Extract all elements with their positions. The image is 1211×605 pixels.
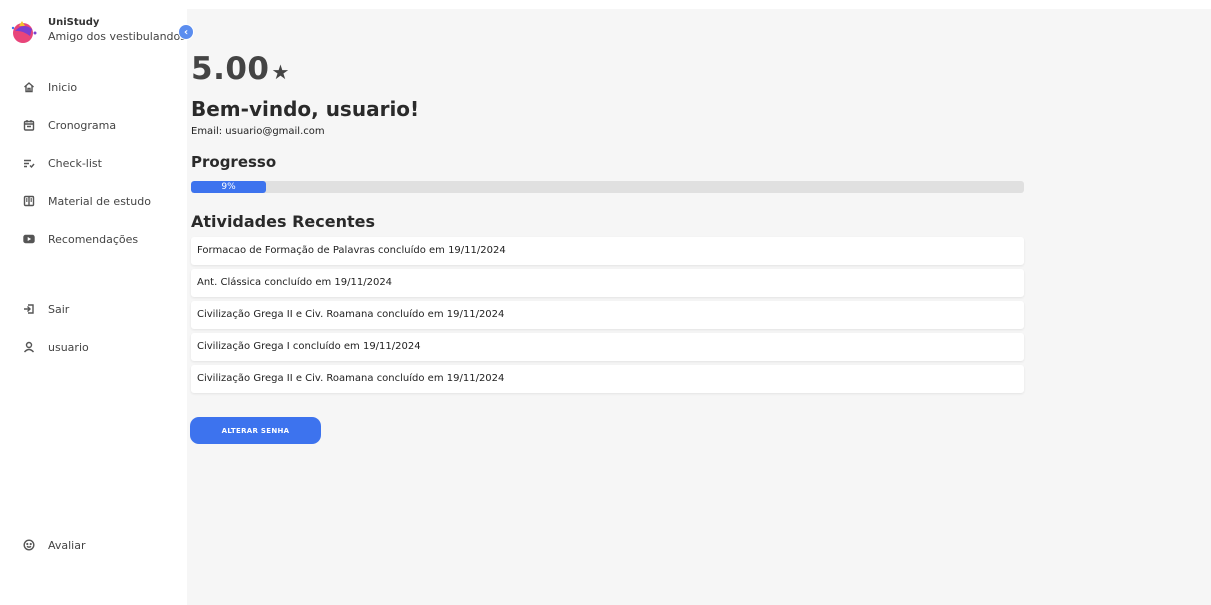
progress-fill: 9% — [191, 181, 266, 193]
change-password-button[interactable]: ALTERAR SENHA — [190, 417, 321, 444]
home-icon — [22, 80, 36, 94]
sidebar-item-recomendacoes[interactable]: Recomendações — [22, 231, 138, 247]
sidebar: UniStudy Amigo dos vestibulandos Inicio … — [0, 0, 187, 605]
sidebar-item-cronograma[interactable]: Cronograma — [22, 117, 116, 133]
sidebar-item-label: Material de estudo — [48, 194, 151, 208]
sidebar-item-label: Cronograma — [48, 118, 117, 132]
app-tagline: Amigo dos vestibulandos — [48, 30, 186, 43]
sidebar-item-avaliar[interactable]: Avaliar — [22, 537, 86, 553]
checklist-icon — [22, 156, 36, 170]
logout-icon — [22, 302, 36, 316]
video-icon — [22, 232, 36, 246]
sidebar-item-label: Avaliar — [48, 538, 86, 552]
sidebar-item-label: Inicio — [48, 80, 78, 94]
sidebar-item-usuario[interactable]: usuario — [22, 339, 89, 355]
app-name: UniStudy — [48, 17, 100, 28]
book-icon — [22, 194, 36, 208]
list-item: Formacao de Formação de Palavras concluí… — [191, 237, 1024, 265]
list-item: Ant. Clássica concluído em 19/11/2024 — [191, 269, 1024, 297]
star-icon: ★ — [271, 60, 290, 84]
sidebar-item-label: Sair — [48, 302, 70, 316]
progress-bar: 9% — [191, 181, 1024, 193]
sidebar-item-label: usuario — [48, 340, 89, 354]
sidebar-item-inicio[interactable]: Inicio — [22, 79, 77, 95]
sidebar-item-label: Recomendações — [48, 232, 139, 246]
calendar-icon — [22, 118, 36, 132]
sidebar-item-label: Check-list — [48, 156, 102, 170]
rating-value: 5.00 — [191, 51, 270, 87]
sidebar-item-sair[interactable]: Sair — [22, 301, 69, 317]
brand[interactable]: UniStudy Amigo dos vestibulandos — [10, 16, 186, 44]
list-item: Civilização Grega II e Civ. Roamana conc… — [191, 365, 1024, 393]
list-item: Civilização Grega I concluído em 19/11/2… — [191, 333, 1024, 361]
sidebar-item-check-list[interactable]: Check-list — [22, 155, 102, 171]
user-icon — [22, 340, 36, 354]
sidebar-item-material-de-estudo[interactable]: Material de estudo — [22, 193, 151, 209]
welcome-heading: Bem-vindo, usuario! — [191, 97, 420, 121]
list-item: Civilização Grega II e Civ. Roamana conc… — [191, 301, 1024, 329]
progress-heading: Progresso — [191, 153, 277, 171]
user-email: Email: usuario@gmail.com — [191, 126, 325, 137]
main-content: 5.00 ★ Bem-vindo, usuario! Email: usuario… — [187, 9, 1211, 605]
smiley-icon — [22, 538, 36, 552]
sidebar-collapse-button[interactable]: ‹ — [178, 24, 194, 40]
rating-score: 5.00 ★ — [191, 51, 290, 87]
recent-activities-list: Formacao de Formação de Palavras concluí… — [191, 237, 1024, 397]
recent-activities-heading: Atividades Recentes — [191, 212, 375, 231]
unistudy-logo-icon — [10, 18, 37, 44]
